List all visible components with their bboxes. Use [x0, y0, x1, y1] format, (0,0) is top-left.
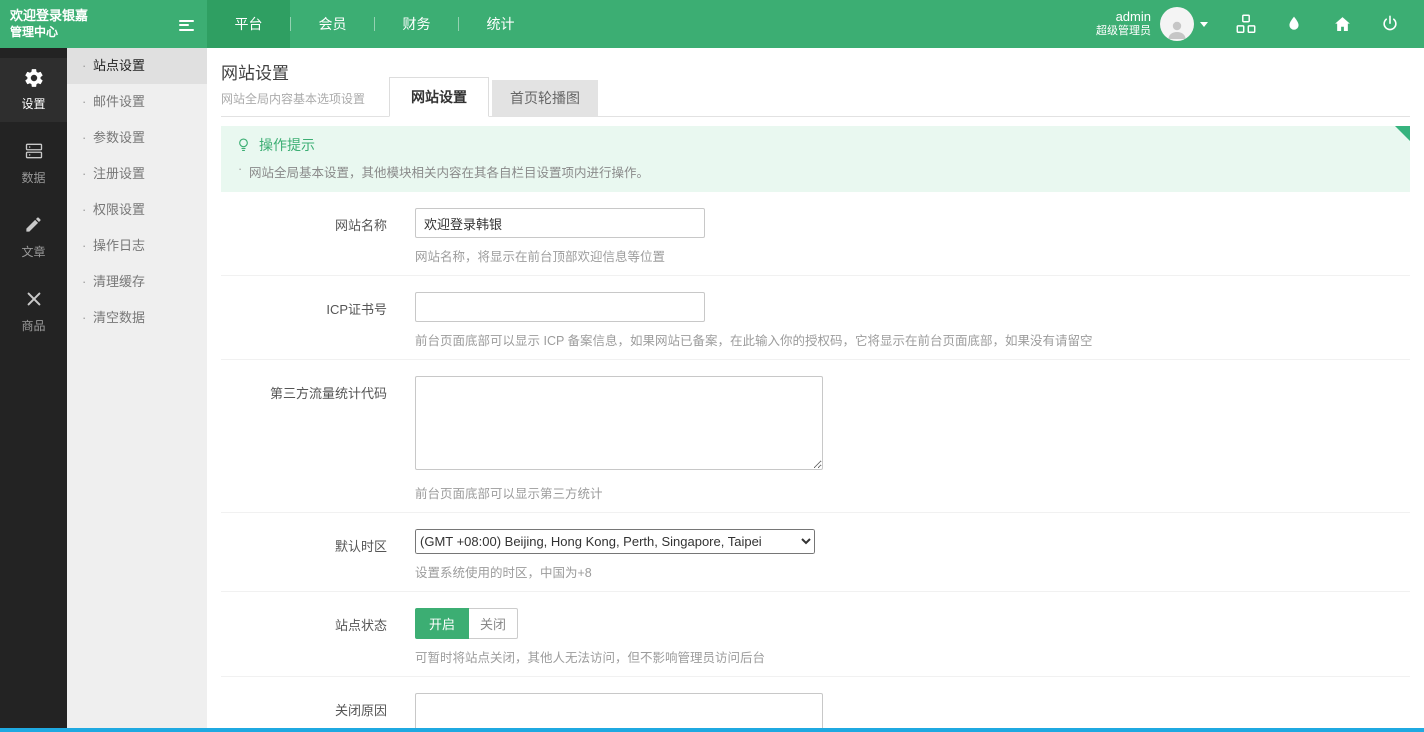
page-subtitle: 网站全局内容基本选项设置 [221, 90, 365, 116]
tip-title: 操作提示 [259, 135, 315, 155]
tip-header: 操作提示 [221, 126, 1410, 159]
timezone-help: 设置系统使用的时区，中国为+8 [415, 562, 815, 581]
site-status-label: 站点状态 [221, 608, 401, 666]
sidebar-item-goods[interactable]: 商品 [0, 280, 67, 344]
tip-text: 网站全局基本设置，其他模块相关内容在其各自栏目设置项内进行操作。 [221, 159, 1410, 192]
topbar-icon-group [1222, 0, 1414, 48]
user-role: 超级管理员 [1096, 25, 1151, 39]
icp-input[interactable] [415, 292, 705, 322]
site-name-help: 网站名称，将显示在前台顶部欢迎信息等位置 [415, 246, 705, 265]
form-row-analytics: 第三方流量统计代码 前台页面底部可以显示第三方统计 [221, 360, 1410, 513]
site-name-label: 网站名称 [221, 208, 401, 265]
sidebar-item-label: 商品 [0, 317, 67, 334]
data-icon [0, 141, 67, 165]
tip-box: 操作提示 网站全局基本设置，其他模块相关内容在其各自栏目设置项内进行操作。 [221, 126, 1410, 192]
nav-item-platform[interactable]: 平台 [207, 0, 290, 48]
avatar[interactable] [1160, 7, 1194, 41]
brand-text: 欢迎登录银嘉 管理中心 [10, 8, 88, 40]
theme-drop-icon[interactable] [1270, 0, 1318, 48]
timezone-select[interactable]: (GMT +08:00) Beijing, Hong Kong, Perth, … [415, 529, 815, 554]
icon-sidebar: 设置 数据 文章 商品 [0, 48, 67, 732]
chevron-down-icon[interactable] [1200, 22, 1208, 27]
nav-item-finance[interactable]: 财务 [375, 0, 458, 48]
submenu-item-clear-cache[interactable]: 清理缓存 [67, 264, 207, 300]
analytics-code-textarea[interactable] [415, 376, 823, 470]
main-content: 网站设置 网站全局内容基本选项设置 网站设置 首页轮播图 操作提示 网站全局基本… [207, 48, 1424, 732]
form-row-site-name: 网站名称 网站名称，将显示在前台顶部欢迎信息等位置 [221, 192, 1410, 276]
site-status-on-button[interactable]: 开启 [415, 608, 469, 639]
power-icon[interactable] [1366, 0, 1414, 48]
site-name-input[interactable] [415, 208, 705, 238]
site-status-help: 可暂时将站点关闭，其他人无法访问，但不影响管理员访问后台 [415, 647, 765, 666]
submenu-item-site-settings[interactable]: 站点设置 [67, 48, 207, 84]
nav-item-members[interactable]: 会员 [291, 0, 374, 48]
site-status-toggle: 开启 关闭 [415, 608, 518, 639]
gear-icon [0, 67, 67, 91]
site-status-off-button[interactable]: 关闭 [469, 608, 518, 639]
brand: 欢迎登录银嘉 管理中心 [0, 0, 207, 48]
goods-icon [0, 289, 67, 313]
bulb-icon [235, 135, 252, 155]
submenu-item-permission-settings[interactable]: 权限设置 [67, 192, 207, 228]
topbar: 欢迎登录银嘉 管理中心 平台 会员 财务 统计 admin 超级管理员 [0, 0, 1424, 48]
close-reason-textarea[interactable] [415, 693, 823, 732]
sidebar-item-articles[interactable]: 文章 [0, 206, 67, 270]
brand-welcome: 欢迎登录银嘉 [10, 8, 88, 25]
submenu-item-empty-data[interactable]: 清空数据 [67, 300, 207, 336]
main-nav: 平台 会员 财务 统计 [207, 0, 542, 48]
settings-submenu: 站点设置 邮件设置 参数设置 注册设置 权限设置 操作日志 清理缓存 清空数据 [67, 48, 207, 732]
submenu-item-parameter-settings[interactable]: 参数设置 [67, 120, 207, 156]
page-title: 网站设置 [221, 59, 365, 84]
page-header: 网站设置 网站全局内容基本选项设置 网站设置 首页轮播图 [221, 48, 1410, 117]
form-row-timezone: 默认时区 (GMT +08:00) Beijing, Hong Kong, Pe… [221, 513, 1410, 592]
analytics-label: 第三方流量统计代码 [221, 376, 401, 502]
tab-site-settings[interactable]: 网站设置 [389, 77, 489, 117]
form-row-site-status: 站点状态 开启 关闭 可暂时将站点关闭，其他人无法访问，但不影响管理员访问后台 [221, 592, 1410, 677]
tab-home-carousel[interactable]: 首页轮播图 [492, 80, 598, 117]
topbar-right: admin 超级管理员 [1096, 0, 1424, 48]
sidebar-item-label: 设置 [0, 95, 67, 112]
sidebar-item-settings[interactable]: 设置 [0, 58, 67, 122]
tip-fold-corner[interactable] [1395, 126, 1410, 141]
submenu-item-mail-settings[interactable]: 邮件设置 [67, 84, 207, 120]
menu-toggle-icon[interactable] [179, 17, 194, 33]
site-settings-form: 网站名称 网站名称，将显示在前台顶部欢迎信息等位置 ICP证书号 前台页面底部可… [221, 192, 1410, 732]
user-name: admin [1096, 9, 1151, 25]
icp-label: ICP证书号 [221, 292, 401, 349]
form-row-close-reason: 关闭原因 当网站处于关闭状态时，关闭原因将显示在前台 [221, 677, 1410, 732]
bottom-scrollbar[interactable] [0, 728, 1424, 732]
brand-subtitle: 管理中心 [10, 25, 88, 41]
article-icon [0, 215, 67, 239]
page-title-block: 网站设置 网站全局内容基本选项设置 [221, 59, 365, 116]
nav-item-statistics[interactable]: 统计 [459, 0, 542, 48]
submenu-item-operation-log[interactable]: 操作日志 [67, 228, 207, 264]
sidebar-item-data[interactable]: 数据 [0, 132, 67, 196]
analytics-help: 前台页面底部可以显示第三方统计 [415, 483, 823, 502]
modules-icon[interactable] [1222, 0, 1270, 48]
user-icon [1165, 17, 1189, 41]
home-icon[interactable] [1318, 0, 1366, 48]
sidebar-item-label: 文章 [0, 243, 67, 260]
form-row-icp: ICP证书号 前台页面底部可以显示 ICP 备案信息，如果网站已备案，在此输入你… [221, 276, 1410, 360]
submenu-item-register-settings[interactable]: 注册设置 [67, 156, 207, 192]
sidebar-item-label: 数据 [0, 169, 67, 186]
tab-bar: 网站设置 首页轮播图 [389, 77, 598, 117]
user-meta: admin 超级管理员 [1096, 9, 1151, 39]
close-reason-label: 关闭原因 [221, 693, 401, 732]
icp-help: 前台页面底部可以显示 ICP 备案信息，如果网站已备案，在此输入你的授权码，它将… [415, 330, 1093, 349]
timezone-label: 默认时区 [221, 529, 401, 581]
